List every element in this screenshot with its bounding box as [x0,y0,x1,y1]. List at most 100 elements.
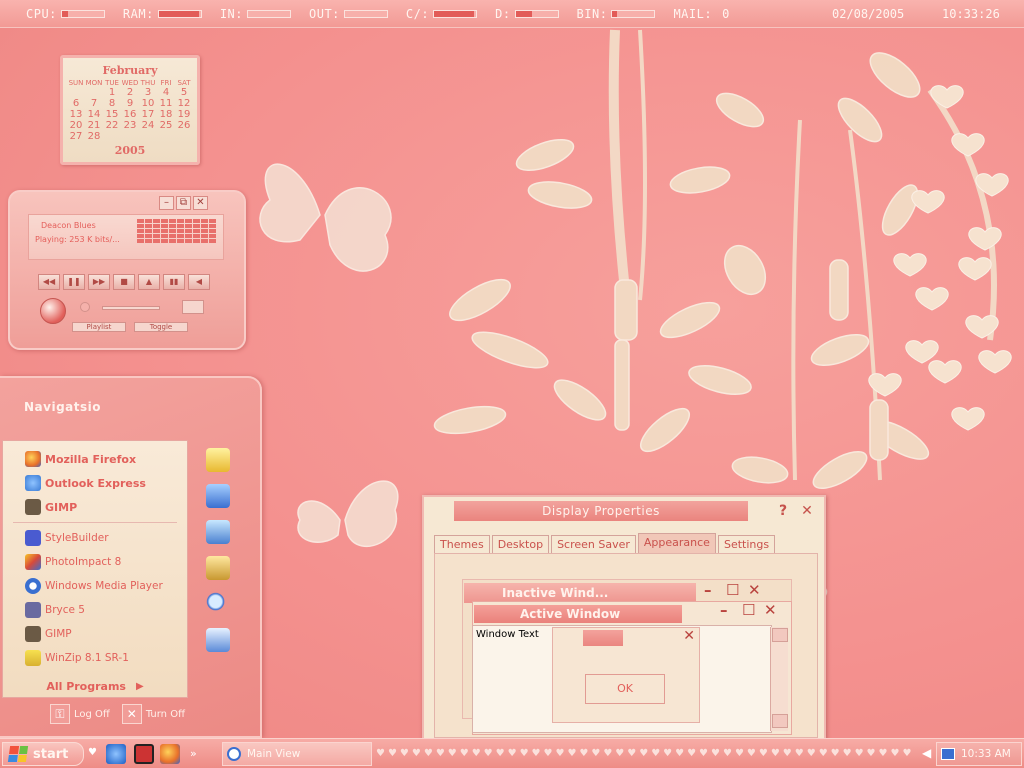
inactive-maximize-icon: ☐ [726,581,740,599]
play-knob[interactable] [40,298,66,324]
active-maximize-icon: ☐ [742,601,756,619]
start-menu-item-firefox[interactable]: Mozilla Firefox [3,447,187,471]
tab-settings[interactable]: Settings [717,535,776,553]
next-button[interactable]: ▶▶ [88,274,110,290]
equalizer-bar [169,234,176,238]
calendar-day: 20 [69,120,83,131]
equalizer-bar [145,224,152,228]
calendar-day: 17 [141,109,155,120]
equalizer-bar [201,239,208,243]
ie-icon[interactable] [106,744,126,764]
start-menu-item-outlook-express[interactable]: Outlook Express [3,471,187,495]
status-time: 10:33:26 [942,6,1000,21]
key-icon: ⚿ [50,704,70,724]
start-menu-item-gimp-recent[interactable]: GIMP [3,622,187,646]
equalizer-bar [193,234,200,238]
start-menu-item-media-player[interactable]: Windows Media Player [3,574,187,598]
volume-slider[interactable] [102,306,160,310]
cpu-label: CPU: [26,6,57,21]
equalizer-bar [209,219,216,223]
start-menu-item-gimp[interactable]: GIMP [3,495,187,519]
tab-appearance[interactable]: Appearance [637,533,716,553]
tray-expand-icon[interactable]: ◀ [922,746,931,760]
equalizer-bar [161,229,168,233]
calendar-day: 27 [69,131,83,142]
active-close-icon: ✕ [764,601,777,619]
taskbar-item-main-view[interactable]: Main View [222,742,372,766]
dialog-title-buttons: ? ✕ [774,502,816,520]
preview-message-box: ✕ OK [552,627,700,723]
log-off-button[interactable]: ⚿ Log Off [50,704,110,724]
equalizer-bar [137,219,144,223]
calendar-day: 1 [108,87,116,98]
calendar-widget: February SUN MON TUE WED THU FRI SAT 123… [60,55,200,165]
equalizer-bar [193,224,200,228]
equalizer-button[interactable]: ▮▮ [163,274,185,290]
player-restore-button[interactable]: ⧉ [176,196,191,210]
playlist-button[interactable]: Playlist [72,322,126,332]
start-menu-footer: ⚿ Log Off ✕ Turn Off [50,704,185,724]
my-computer-icon[interactable] [206,484,230,508]
calendar-day: 13 [69,109,83,120]
preview-inactive-title: Inactive Wind... [464,583,696,603]
photoimpact-icon [25,554,41,570]
game-icon[interactable] [134,744,154,764]
turn-off-button[interactable]: ✕ Turn Off [121,704,185,724]
start-menu-item-winzip[interactable]: WinZip 8.1 SR-1 [3,646,187,670]
mute-button[interactable]: ◀ [188,274,210,290]
gimp-icon [25,626,41,642]
start-menu-item-stylebuilder[interactable]: StyleBuilder [3,526,187,550]
drive-c-bar-fill [434,10,474,17]
tray-clock[interactable]: 10:33 AM [961,748,1011,760]
winzip-icon [25,650,41,666]
tab-desktop[interactable]: Desktop [491,535,550,553]
start-menu-item-label: Mozilla Firefox [45,452,137,466]
player-status: Playing: 253 K bits/... [35,235,120,244]
run-icon[interactable] [206,628,230,652]
player-minimize-button[interactable]: – [159,196,174,210]
calendar-year: 2005 [114,144,146,157]
player-close-button[interactable]: ✕ [193,196,208,210]
cpu-bar-fill [61,10,69,17]
player-eq-toggle[interactable] [182,300,204,314]
pause-button[interactable]: ❚❚ [63,274,85,290]
start-menu-item-label: GIMP [45,628,72,640]
equalizer-bar [153,239,160,243]
my-documents-icon[interactable] [206,448,230,472]
quicklaunch-chevron-icon[interactable]: » [190,747,197,760]
mail-meter[interactable]: MAIL: 0 [673,7,729,21]
equalizer-bar [145,234,152,238]
eject-button[interactable]: ▲ [138,274,160,290]
inactive-minimize-icon: – [704,581,712,599]
firefox-icon[interactable] [160,744,180,764]
all-programs-button[interactable]: All Programs ▶ [3,674,187,698]
firefox-icon [25,451,41,467]
equalizer-bar [169,239,176,243]
start-button[interactable]: start [2,742,84,766]
network-icon[interactable] [941,748,955,760]
tab-themes[interactable]: Themes [434,535,490,553]
tab-screen-saver[interactable]: Screen Saver [551,535,636,553]
media-player-icon [25,578,41,594]
ram-bar [157,9,202,18]
calendar-day: 26 [177,120,191,131]
balance-knob[interactable] [80,302,90,312]
mail-count: 0 [722,6,730,21]
calendar-day: 9 [126,98,134,109]
net-out-label: OUT: [309,6,340,21]
weekday-label: WED [121,79,139,87]
printers-icon[interactable] [206,556,230,580]
toggle-button[interactable]: Toggle [134,322,188,332]
stop-button[interactable]: ■ [113,274,135,290]
start-menu-item-bryce[interactable]: Bryce 5 [3,598,187,622]
dialog-tabs: Themes Desktop Screen Saver Appearance S… [434,533,777,553]
search-icon[interactable] [206,592,230,616]
scroll-down-icon [771,714,788,728]
help-button[interactable]: ? [774,502,792,520]
start-menu-item-photoimpact[interactable]: PhotoImpact 8 [3,550,187,574]
control-panel-icon[interactable] [206,520,230,544]
dialog-close-button[interactable]: ✕ [798,502,816,520]
calendar-day: 24 [141,120,155,131]
previous-button[interactable]: ◀◀ [38,274,60,290]
calendar-day: 19 [177,109,191,120]
